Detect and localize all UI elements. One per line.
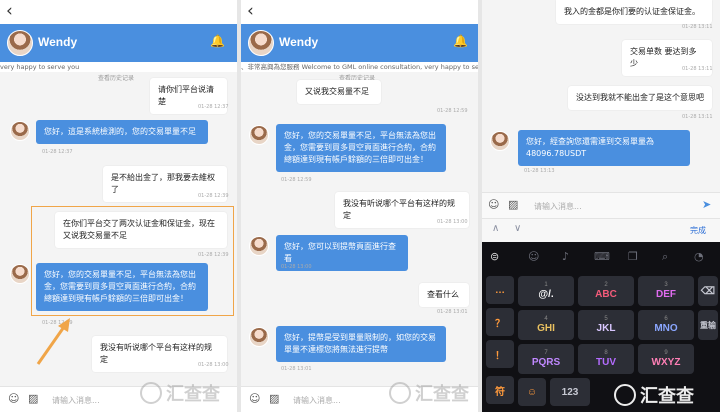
message-user: 查看什么 [419, 283, 469, 307]
message-timestamp: 01-28 12:39 [198, 252, 229, 258]
image-icon[interactable]: ▨ [508, 198, 518, 211]
chat-panel-2: ‹ Wendy 🔔 、非常高興為您服務 Welcome to GML onlin… [241, 0, 480, 412]
chevron-up-icon[interactable]: ∧ [492, 223, 499, 234]
key-fu[interactable]: 符 [486, 376, 514, 404]
key-2[interactable]: 2 ABC [578, 276, 634, 306]
agent-avatar [10, 264, 30, 284]
message-agent: 您好，您的交易單量不足，平台無法為您出金，您需要到買多買空頁面進行合約，合約總額… [276, 124, 446, 172]
agent-avatar [249, 327, 269, 347]
key-7[interactable]: 7 PQRS [518, 344, 574, 374]
message-timestamp: 01-28 13:01 [281, 366, 312, 372]
chevron-down-icon[interactable]: ∨ [514, 223, 521, 234]
image-icon[interactable]: ▨ [28, 392, 38, 405]
key-emoji[interactable]: ☺ [518, 378, 546, 406]
keyboard-toolbar: ∧ ∨ 完成 [482, 218, 720, 242]
key-3[interactable]: 3 DEF [638, 276, 694, 306]
clipboard-icon[interactable]: ❐ [628, 250, 638, 263]
message-timestamp: 01-28 12:37 [42, 149, 73, 155]
welcome-banner: 、非常高興為您服務 Welcome to GML online consulta… [241, 62, 480, 72]
message-timestamp: 01-28 13:11 [682, 114, 713, 120]
emoji-icon[interactable]: ☺ [488, 198, 499, 211]
key-8[interactable]: 8 TUV [578, 344, 634, 374]
message-timestamp: 01-28 13:11 [682, 66, 713, 72]
key-symbol[interactable]: ？ [486, 308, 514, 336]
agent-avatar [10, 121, 30, 141]
redo-key[interactable]: 重输 [698, 310, 718, 340]
input-bar: ☺ ▨ 请输入消息... [0, 386, 237, 412]
history-link[interactable]: 查看历史记录 [98, 73, 134, 82]
top-bar: ‹ [241, 0, 480, 24]
skin-icon[interactable]: ◔ [694, 250, 704, 263]
input-bar: ☺ ▨ 请输入消息... [241, 386, 480, 412]
message-agent: 您好，這是系統檢測的，您的交易單量不足 [36, 120, 208, 144]
message-timestamp: 01-28 13:00 [437, 219, 468, 225]
key-1[interactable]: 1 @/. [518, 276, 574, 306]
key-123[interactable]: 123 [550, 378, 590, 406]
emoji-icon[interactable]: ☺ [528, 250, 539, 263]
search-icon[interactable]: ⌕ [662, 250, 668, 264]
message-timestamp: 01-28 12:37 [198, 104, 229, 110]
welcome-banner: very happy to serve you [0, 62, 237, 72]
back-arrow-icon[interactable]: ‹ [247, 1, 254, 21]
key-4[interactable]: 4 GHI [518, 310, 574, 340]
agent-avatar [490, 131, 510, 151]
message-user: 在你们平台交了两次认证金和保证金，现在又说我交易量不足 [55, 212, 227, 248]
backspace-key[interactable]: ⌫ [698, 276, 718, 306]
key-9[interactable]: 9 WXYZ [638, 344, 694, 374]
chat-panel-3: 我入的金都是你们要的认证金保证金。 01-28 13:11 交易单数 要达到多少… [482, 0, 720, 412]
message-agent: 您好，經查詢您還需達到交易單量為48096.78USDT [518, 130, 690, 166]
key-exclaim[interactable]: ！ [486, 340, 514, 368]
message-timestamp: 01-28 12:39 [198, 193, 229, 199]
key-punct[interactable]: … [486, 276, 514, 304]
message-timestamp: 01-28 13:00 [198, 362, 229, 368]
keyboard-icon[interactable]: ⌨ [594, 250, 610, 263]
image-icon[interactable]: ▨ [269, 392, 279, 405]
key-6[interactable]: 6 MNO [638, 310, 694, 340]
back-arrow-icon[interactable]: ‹ [6, 1, 13, 21]
send-icon[interactable]: ➤ [702, 198, 711, 211]
chat-header: Wendy 🔔 [241, 24, 480, 62]
message-input[interactable]: 请输入消息... [293, 395, 341, 406]
bell-icon[interactable]: 🔔 [210, 34, 225, 48]
message-timestamp: 01-28 12:59 [437, 108, 468, 114]
mic-icon[interactable]: ♪ [562, 250, 569, 263]
annotation-arrow-icon [36, 318, 70, 365]
key-5[interactable]: 5 JKL [578, 310, 634, 340]
message-input[interactable]: 请输入消息... [52, 395, 100, 406]
message-timestamp: 01-28 12:59 [281, 177, 312, 183]
agent-avatar [249, 236, 269, 256]
agent-avatar [249, 125, 269, 145]
emoji-icon[interactable]: ☺ [8, 392, 19, 405]
contact-name: Wendy [279, 35, 319, 49]
message-agent: 您好，您的交易單量不足，平台無法為您出金，您需要到買多買空頁面進行合約，合約總額… [36, 263, 208, 311]
message-user: 又说我交易量不足 [297, 80, 381, 104]
ime-logo-icon[interactable]: ⊜ [490, 250, 499, 263]
keyboard: ⊜ ☺ ♪ ⌨ ❐ ⌕ ◔ … ？ ！ 符 1 @/. 2 ABC 3 DEF 4 GH… [482, 242, 720, 412]
message-timestamp: 01-28 13:13 [524, 168, 555, 174]
message-agent: 您好，提幣是受到單量限制的，如您的交易單量不達標您將無法進行提幣 [276, 326, 446, 362]
message-user: 没达到我就不能出金了是这个意思吧 [568, 86, 712, 110]
message-timestamp: 01-28 13:11 [682, 24, 713, 30]
contact-name: Wendy [38, 35, 78, 49]
contact-avatar [248, 30, 274, 56]
message-input[interactable]: 请输入消息... [534, 201, 582, 212]
input-bar: ☺ ▨ 请输入消息... ➤ [482, 192, 720, 218]
message-user: 我入的金都是你们要的认证金保证金。 [556, 0, 712, 24]
message-timestamp: 01-28 13:01 [437, 309, 468, 315]
contact-avatar [7, 30, 33, 56]
message-timestamp: 01-28 13:00 [281, 264, 312, 270]
bell-icon[interactable]: 🔔 [453, 34, 468, 48]
done-button[interactable]: 完成 [690, 225, 706, 236]
emoji-icon[interactable]: ☺ [249, 392, 260, 405]
chat-panel-1: ‹ Wendy 🔔 very happy to serve you 查看历史记录… [0, 0, 237, 412]
chat-header: Wendy 🔔 [0, 24, 237, 62]
top-bar: ‹ [0, 0, 237, 24]
